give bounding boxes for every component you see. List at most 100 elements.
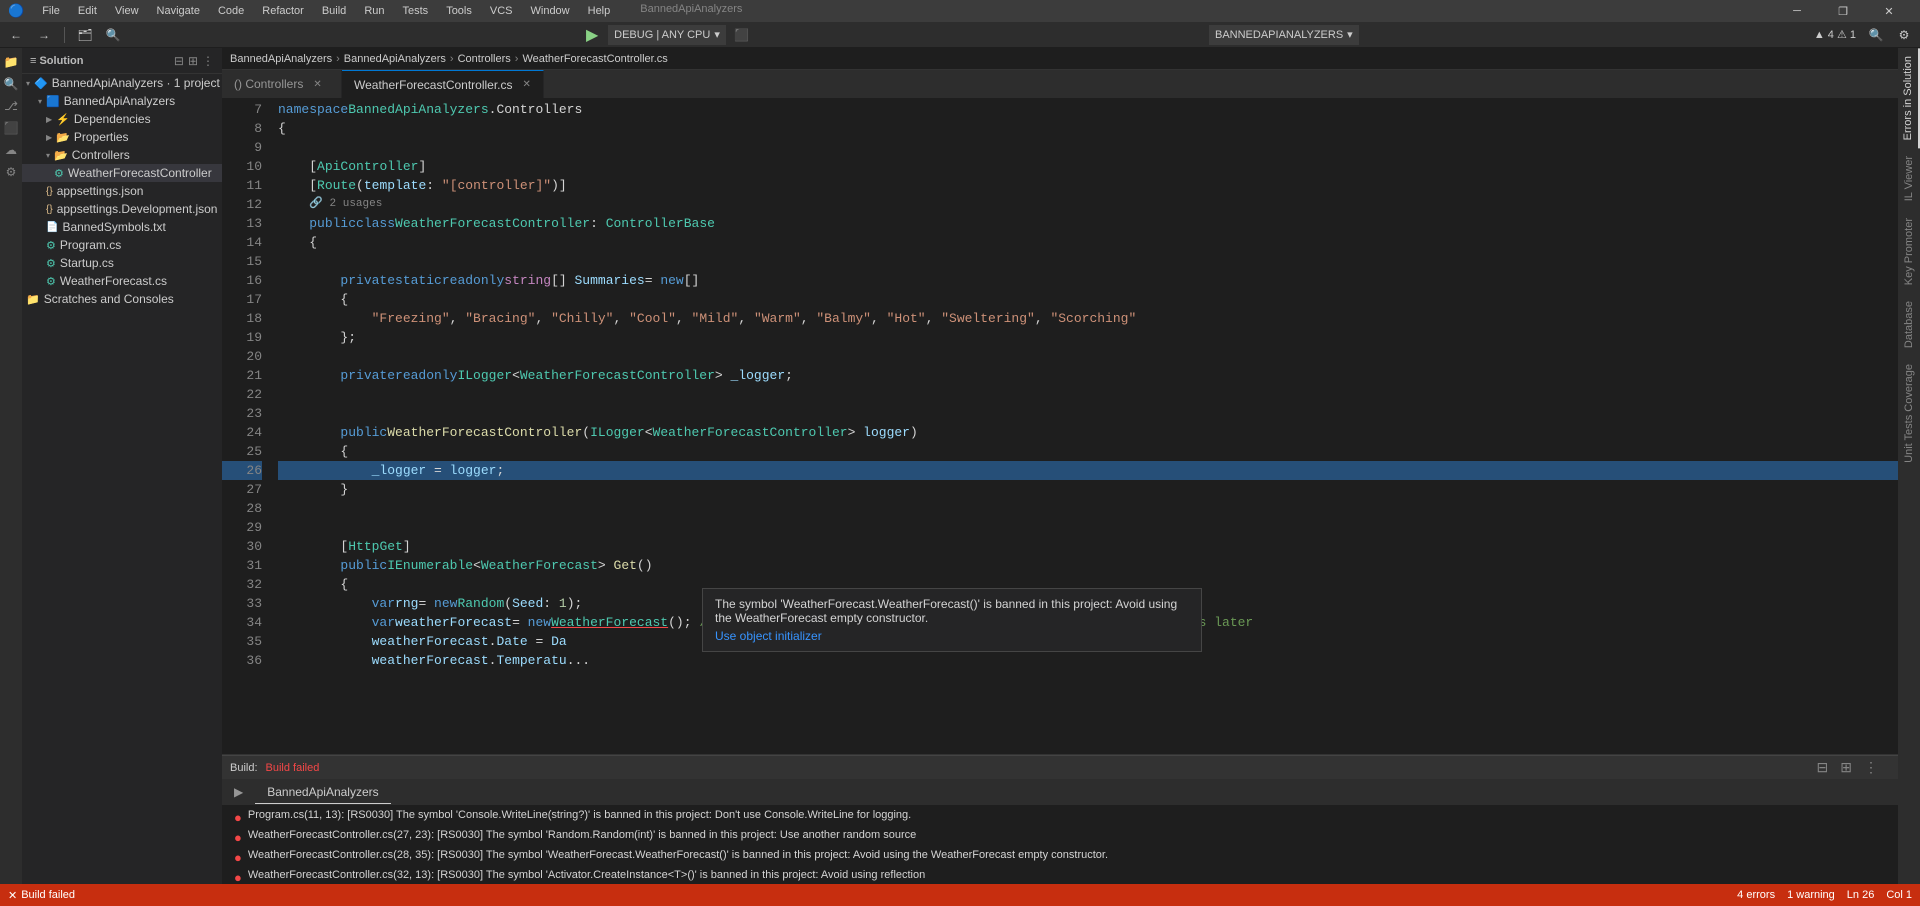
bc-2[interactable]: BannedApiAnalyzers <box>344 53 446 65</box>
wfc-node[interactable]: ⚙ WeatherForecastController <box>22 164 222 182</box>
tab-wfc[interactable]: WeatherForecastController.cs ✕ <box>342 70 544 98</box>
scratch-icon: 📁 <box>26 293 40 306</box>
error-row-2[interactable]: ● WeatherForecastController.cs(27, 23): … <box>230 827 1890 847</box>
bc-4[interactable]: WeatherForecastController.cs <box>522 53 667 65</box>
activity-extensions[interactable]: ⬛ <box>1 118 21 138</box>
project-name: BannedApiAnalyzers <box>64 94 175 108</box>
project-arrow: ▾ <box>38 97 42 106</box>
code-line-36: weatherForecast.Temperatu... <box>278 651 1898 670</box>
sol-collapse-btn[interactable]: ⊟ <box>174 54 184 68</box>
bc-3[interactable]: Controllers <box>458 53 511 65</box>
app-title: BannedApiAnalyzers <box>640 3 742 19</box>
activity-search[interactable]: 🔍 <box>1 74 21 94</box>
sol-more-btn[interactable]: ⋮ <box>202 54 214 68</box>
solution-view-btn[interactable]: 🗂 <box>73 25 97 45</box>
maximize-button[interactable]: ❐ <box>1820 0 1866 22</box>
menu-vcs[interactable]: VCS <box>482 3 521 19</box>
menu-refactor[interactable]: Refactor <box>254 3 312 19</box>
activity-settings[interactable]: ⚙ <box>1 162 21 182</box>
tooltip-fix[interactable]: Use object initializer <box>715 629 1189 643</box>
code-line-18: "Freezing", "Bracing", "Chilly", "Cool",… <box>278 309 1898 328</box>
menu-tests[interactable]: Tests <box>395 3 437 19</box>
error-row-4[interactable]: ● WeatherForecastController.cs(32, 13): … <box>230 867 1890 884</box>
code-content[interactable]: namespace BannedApiAnalyzers.Controllers… <box>270 98 1898 754</box>
menu-edit[interactable]: Edit <box>70 3 105 19</box>
activity-explorer[interactable]: 📁 <box>1 52 21 72</box>
menu-help[interactable]: Help <box>580 3 619 19</box>
tab-controllers-label: () Controllers <box>234 77 303 91</box>
status-col[interactable]: Col 1 <box>1886 889 1912 901</box>
status-build[interactable]: ✕ Build failed <box>8 889 75 902</box>
project-selector[interactable]: BANNEDAPIANALYZERS ▾ <box>1209 25 1359 45</box>
activity-bar: 📁 🔍 ⎇ ⬛ ☁ ⚙ <box>0 48 22 884</box>
status-errors[interactable]: 4 errors <box>1737 889 1775 901</box>
startup-node[interactable]: ⚙ Startup.cs <box>22 254 222 272</box>
error-icon-2: ● <box>234 830 242 845</box>
right-panel: Errors in Solution IL Viewer Key Promote… <box>1898 48 1920 884</box>
dependencies-node[interactable]: ▶ ⚡ Dependencies <box>22 110 222 128</box>
code-line-23 <box>278 404 1898 423</box>
minimize-button[interactable]: ─ <box>1774 0 1820 22</box>
appsettings-node[interactable]: {} appsettings.json <box>22 182 222 200</box>
menu-navigate[interactable]: Navigate <box>149 3 208 19</box>
toolbar-search2[interactable]: 🔍 <box>1864 25 1888 45</box>
tab-close-btn[interactable]: ✕ <box>313 79 321 90</box>
right-tab-key[interactable]: Key Promoter <box>1899 210 1919 293</box>
panel-tab-bannedapi[interactable]: BannedApiAnalyzers <box>255 781 390 804</box>
debug-config-selector[interactable]: DEBUG | ANY CPU ▾ <box>608 25 726 45</box>
properties-node[interactable]: ▶ 📂 Properties <box>22 128 222 146</box>
stop-button[interactable]: ⬛ <box>730 25 754 45</box>
scratches-node[interactable]: 📁 Scratches and Consoles <box>22 290 222 308</box>
sol-expand-btn[interactable]: ⊞ <box>188 54 198 68</box>
code-editor[interactable]: 7 8 9 10 11 12 13 14 15 16 17 18 19 20 2… <box>222 98 1898 754</box>
menu-window[interactable]: Window <box>523 3 578 19</box>
status-build-label: Build failed <box>21 889 75 901</box>
controllers-node[interactable]: ▾ 📂 Controllers <box>22 146 222 164</box>
menu-view[interactable]: View <box>107 3 147 19</box>
solution-root[interactable]: ▾ 🔷 BannedApiAnalyzers · 1 project <box>22 74 222 92</box>
panel-menu-btn[interactable]: ⋮ <box>1860 759 1882 776</box>
error-row-1[interactable]: ● Program.cs(11, 13): [RS0030] The symbo… <box>230 807 1890 827</box>
solution-title: ≡ Solution <box>30 55 83 67</box>
right-tab-errors[interactable]: Errors in Solution <box>1898 48 1920 148</box>
status-line[interactable]: Ln 26 <box>1847 889 1875 901</box>
debug-config-arrow: ▾ <box>714 28 720 41</box>
tooltip: The symbol 'WeatherForecast.WeatherForec… <box>702 588 1202 652</box>
toolbar-settings[interactable]: ⚙ <box>1892 25 1916 45</box>
activity-git[interactable]: ⎇ <box>1 96 21 116</box>
program-node[interactable]: ⚙ Program.cs <box>22 236 222 254</box>
weatherforecast-node[interactable]: ⚙ WeatherForecast.cs <box>22 272 222 290</box>
errors-count[interactable]: ▲ 4 ⚠ 1 <box>1814 28 1856 41</box>
menu-run[interactable]: Run <box>356 3 392 19</box>
toolbar-search[interactable]: 🔍 <box>101 25 125 45</box>
panel-expand-btn[interactable]: ⊞ <box>1836 759 1856 776</box>
status-warnings[interactable]: 1 warning <box>1787 889 1835 901</box>
code-line-24: public WeatherForecastController(ILogger… <box>278 423 1898 442</box>
activity-cloud[interactable]: ☁ <box>1 140 21 160</box>
menu-tools[interactable]: Tools <box>438 3 480 19</box>
sidebar: ≡ Solution ⊟ ⊞ ⋮ ▾ 🔷 BannedApiAnalyzers … <box>22 48 222 884</box>
toolbar-back[interactable]: ← <box>4 25 28 45</box>
right-tab-il[interactable]: IL Viewer <box>1899 148 1919 209</box>
menu-code[interactable]: Code <box>210 3 252 19</box>
menu-build[interactable]: Build <box>314 3 354 19</box>
window-controls: ─ ❐ ✕ <box>1774 0 1912 22</box>
wfc-icon: ⚙ <box>54 167 64 180</box>
app-icon: 🔵 <box>8 3 24 19</box>
right-tab-unit[interactable]: Unit Tests Coverage <box>1899 356 1919 471</box>
bc-1[interactable]: BannedApiAnalyzers <box>230 53 332 65</box>
panel-collapse-btn[interactable]: ⊟ <box>1813 759 1833 776</box>
run-button[interactable]: ▶ <box>580 25 604 45</box>
appsettings-dev-node[interactable]: {} appsettings.Development.json <box>22 200 222 218</box>
right-tab-db[interactable]: Database <box>1899 293 1919 356</box>
panel-tab-expand[interactable]: ▶ <box>222 781 255 803</box>
menu-bar: File Edit View Navigate Code Refactor Bu… <box>34 3 742 19</box>
menu-file[interactable]: File <box>34 3 68 19</box>
error-row-3[interactable]: ● WeatherForecastController.cs(28, 35): … <box>230 847 1890 867</box>
close-button[interactable]: ✕ <box>1866 0 1912 22</box>
banned-symbols-node[interactable]: 📄 BannedSymbols.txt <box>22 218 222 236</box>
tab-controllers[interactable]: () Controllers ✕ <box>222 70 342 98</box>
project-node[interactable]: ▾ 🟦 BannedApiAnalyzers <box>22 92 222 110</box>
tab-wfc-close[interactable]: ✕ <box>523 79 531 90</box>
toolbar-forward[interactable]: → <box>32 25 56 45</box>
